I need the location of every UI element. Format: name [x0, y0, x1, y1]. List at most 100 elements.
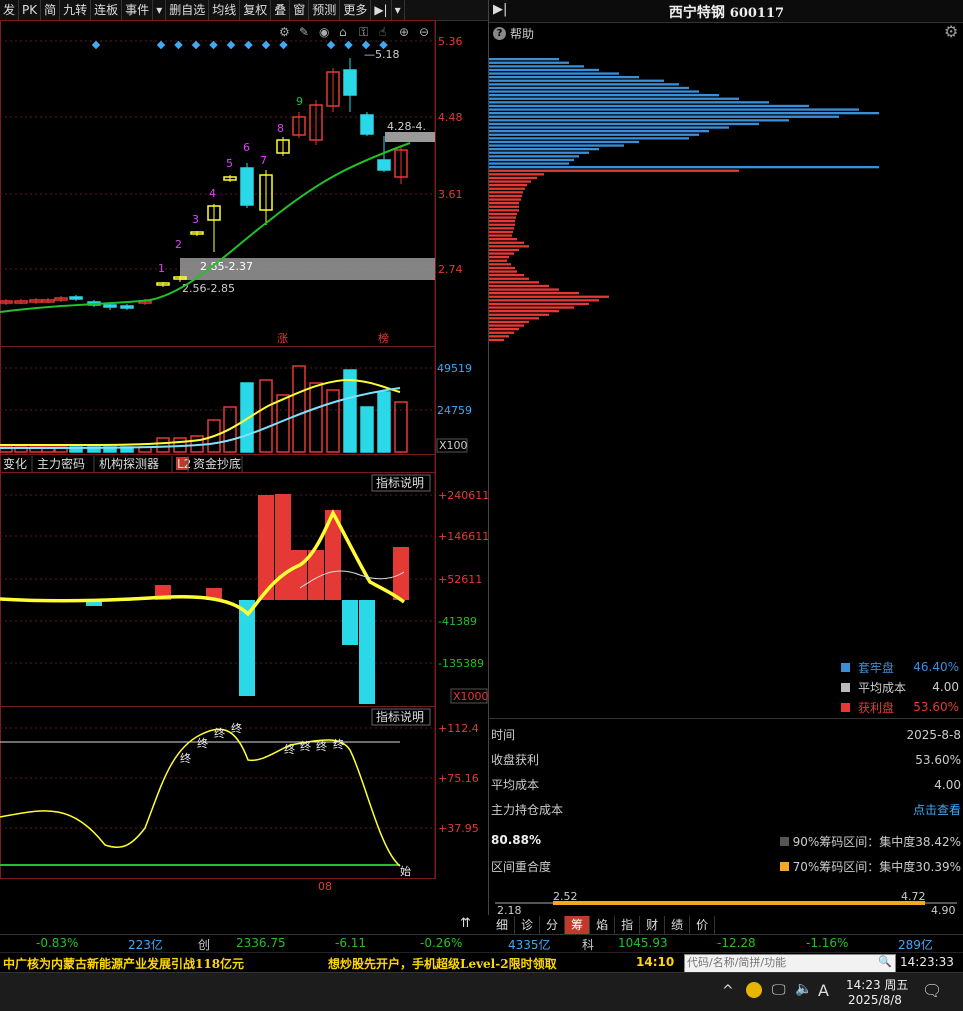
- toolbar-item-15[interactable]: ▾: [392, 0, 405, 20]
- chip-bar: [489, 256, 509, 259]
- index-c-amount: 289亿: [898, 938, 933, 952]
- toolbar-item-8[interactable]: 均线: [209, 0, 241, 20]
- toolbar-item-1[interactable]: PK: [19, 0, 42, 20]
- toolbar-item-13[interactable]: 更多: [340, 0, 372, 20]
- chip-bar: [489, 130, 709, 133]
- scroll-top-icon[interactable]: ⇈: [460, 916, 471, 931]
- chevron-up-icon[interactable]: ^: [722, 983, 734, 999]
- toolbar-item-2[interactable]: 简: [41, 0, 61, 20]
- toolbar-item-10[interactable]: 叠: [271, 0, 291, 20]
- chip-bar: [489, 61, 569, 64]
- news-item-2[interactable]: 想炒股先开户，手机超级Level-2限时领取: [328, 955, 557, 972]
- toolbar-item-3[interactable]: 九转: [60, 0, 92, 20]
- fund-axis-label: -41389: [438, 615, 477, 628]
- tray-app-icon[interactable]: [746, 982, 762, 998]
- toolbar-item-0[interactable]: 发: [0, 0, 20, 20]
- fund-axis-label: +52611: [438, 573, 482, 586]
- chip-bar: [489, 270, 517, 273]
- legend-swatch: [841, 682, 850, 692]
- chip-bar: [489, 58, 559, 61]
- vol-axis-1: 24759: [437, 404, 472, 417]
- toolbar-item-14[interactable]: ▶|: [371, 0, 392, 20]
- chip-bar: [489, 274, 524, 277]
- chip-bar: [489, 259, 507, 262]
- tab-2[interactable]: 分: [540, 916, 566, 934]
- taskbar-time[interactable]: 14:23 周五: [846, 976, 908, 993]
- osc-desc-label: 指标说明: [376, 709, 424, 724]
- taskbar-date[interactable]: 2025/8/8: [848, 993, 902, 1007]
- news-item-1[interactable]: 中广核为内蒙古新能源产业发展引战118亿元: [3, 955, 244, 972]
- chip-bar: [489, 176, 537, 180]
- notification-icon[interactable]: 🗨: [922, 981, 942, 1000]
- seq-label: 5: [226, 157, 233, 170]
- tab-3[interactable]: 筹: [565, 916, 591, 934]
- index-a-change: -0.83%: [36, 936, 79, 950]
- signal-diamond: [191, 40, 201, 50]
- toolbar-item-6[interactable]: ▾: [153, 0, 167, 20]
- chip-bar: [489, 198, 521, 201]
- tab-8[interactable]: 价: [690, 916, 716, 934]
- tab-5[interactable]: 指: [615, 916, 641, 934]
- tab-4[interactable]: 焰: [590, 916, 616, 934]
- band-label: 2.85-2.37: [200, 260, 253, 273]
- chip-bar: [489, 68, 599, 72]
- chip-bar: [489, 101, 769, 104]
- news-time: 14:10: [636, 955, 675, 969]
- clock: 14:23:33: [900, 955, 954, 969]
- chip-bar: [489, 288, 559, 291]
- volume-icon[interactable]: 🔈: [795, 981, 812, 997]
- cost-band-top: [385, 132, 435, 142]
- toolbar-item-5[interactable]: 事件: [122, 0, 154, 20]
- input-lang[interactable]: A: [818, 981, 829, 1000]
- network-icon[interactable]: 🖵: [772, 982, 786, 998]
- chip-bar: [489, 155, 579, 158]
- toolbar-item-9[interactable]: 复权: [240, 0, 272, 20]
- band-90: 90%筹码区间：集中度38.42%: [779, 833, 961, 850]
- candle-body: [343, 69, 357, 96]
- chip-bar: [489, 90, 699, 93]
- stock-name: 西宁特钢: [668, 5, 725, 21]
- chip-bar: [489, 320, 529, 324]
- tab-1[interactable]: 诊: [515, 916, 541, 934]
- osc-zhong-label: 终: [231, 721, 242, 735]
- toolbar-item-7[interactable]: 删自选: [166, 0, 210, 20]
- stat-value[interactable]: 点击查看: [913, 801, 961, 818]
- legend-value: 46.40%: [913, 660, 959, 674]
- stat-row-0: 时间 2025-8-8: [491, 722, 961, 747]
- chip-bar: [489, 119, 789, 122]
- toolbar-item-4[interactable]: 连板: [91, 0, 123, 20]
- tab-0[interactable]: 细: [490, 916, 516, 934]
- signal-diamond: [326, 40, 336, 50]
- band-70: 70%筹码区间：集中度30.39%: [779, 858, 961, 875]
- range-label-top: 4.28-4.: [387, 120, 426, 133]
- fund-bar: [342, 600, 358, 645]
- search-icon[interactable]: 🔍: [878, 955, 892, 968]
- chip-bar: [489, 212, 517, 216]
- stat-value: 53.60%: [915, 752, 961, 767]
- stat-label: 时间: [491, 728, 516, 742]
- toolbar-item-11[interactable]: 窗: [290, 0, 310, 20]
- gear-icon[interactable]: ⚙: [944, 22, 958, 41]
- legend-item-2: 获利盘 53.60%: [841, 697, 959, 717]
- volume-bar: [156, 437, 170, 453]
- chip-bar: [489, 140, 639, 144]
- index-b-name[interactable]: 创: [198, 936, 210, 953]
- price-axis-label: 3.61: [438, 188, 463, 201]
- legend-label: 套牢盘: [858, 660, 895, 675]
- search-box[interactable]: 🔍: [684, 954, 896, 973]
- chip-bar: [489, 83, 679, 86]
- tab-6[interactable]: 财: [640, 916, 666, 934]
- chip-bar: [489, 148, 599, 151]
- search-input[interactable]: [685, 955, 874, 970]
- toolbar-item-12[interactable]: 预测: [309, 0, 341, 20]
- overlap-pct: 80.88%: [491, 833, 541, 847]
- tab-7[interactable]: 绩: [665, 916, 691, 934]
- volume-bar: [292, 365, 306, 453]
- chart-area[interactable]: 5.36 4.48 3.61 2.74 ⚙ ✎ ◉ ⌂ ⚿ ☝ ⊕ ⊖ 2.85-2.37 2.56-2.…: [0, 20, 489, 915]
- index-c-name[interactable]: 科: [582, 936, 594, 953]
- stat-row-3[interactable]: 主力持仓成本 点击查看: [491, 797, 961, 822]
- legend-swatch: [841, 662, 850, 672]
- chip-bar: [489, 281, 539, 284]
- chip-bar: [489, 335, 509, 338]
- chart-tool-icon-1: ✎: [299, 25, 309, 39]
